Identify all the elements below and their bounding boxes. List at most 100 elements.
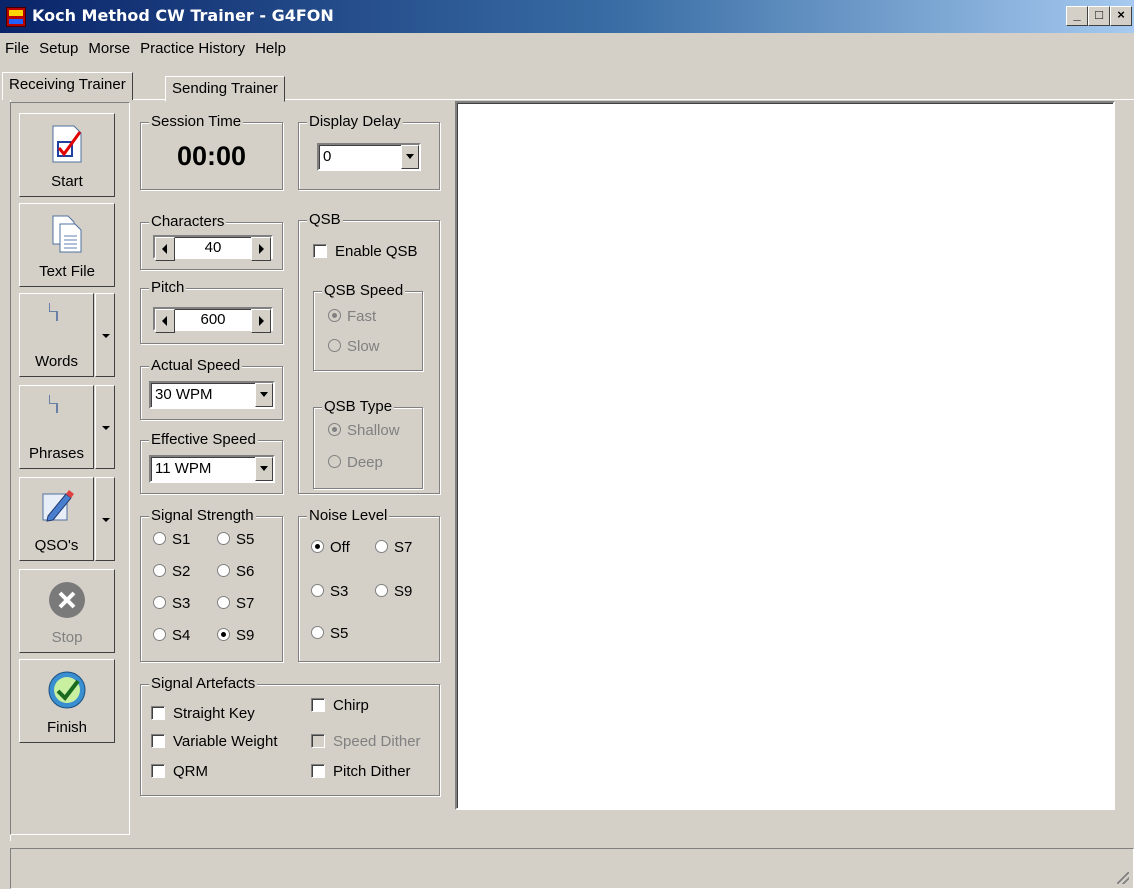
qsb-speed-slow-radio[interactable]: Slow: [328, 338, 380, 355]
pitch-dither-label: Pitch Dither: [333, 763, 411, 780]
menu-morse[interactable]: Morse: [83, 40, 135, 57]
menu-practice-history[interactable]: Practice History: [135, 40, 250, 57]
session-time-value: 00:00: [176, 141, 247, 171]
minimize-button[interactable]: _: [1066, 6, 1088, 26]
pitch-dither-checkbox[interactable]: Pitch Dither: [311, 763, 411, 780]
signal-s4-label: S4: [172, 627, 191, 644]
signal-s7-radio[interactable]: S7: [217, 595, 254, 612]
pitch-stepper[interactable]: 600: [153, 307, 273, 333]
menu-file[interactable]: File: [0, 40, 34, 57]
qsb-speed-fast-label: Fast: [347, 308, 377, 325]
menu-setup[interactable]: Setup: [34, 40, 83, 57]
checklist-icon: [50, 124, 84, 167]
actual-speed-label: Actual Speed: [149, 357, 243, 374]
decrease-arrow-icon[interactable]: [155, 237, 175, 261]
signal-s9-radio[interactable]: S9: [217, 627, 254, 644]
straight-key-checkbox[interactable]: Straight Key: [151, 705, 255, 722]
signal-s3-label: S3: [172, 595, 191, 612]
qsb-speed-fast-radio[interactable]: Fast: [328, 308, 376, 325]
qrm-label: QRM: [173, 763, 208, 780]
chevron-down-icon[interactable]: [255, 457, 273, 481]
noise-s7-radio[interactable]: S7: [375, 539, 412, 556]
increase-arrow-icon[interactable]: [251, 237, 271, 261]
qsb-type-shallow-label: Shallow: [347, 422, 400, 439]
tab-receiving-trainer[interactable]: Receiving Trainer: [2, 72, 133, 100]
pitch-value: 600: [200, 311, 226, 328]
pencil-document-icon: [40, 488, 74, 527]
variable-weight-label: Variable Weight: [173, 733, 278, 750]
signal-s2-radio[interactable]: S2: [153, 563, 190, 580]
noise-s3-label: S3: [330, 583, 349, 600]
enable-qsb-checkbox[interactable]: Enable QSB: [313, 243, 418, 260]
signal-s6-radio[interactable]: S6: [217, 563, 254, 580]
signal-s3-radio[interactable]: S3: [153, 595, 190, 612]
tab-sending-trainer[interactable]: Sending Trainer: [165, 76, 285, 102]
stop-icon: [47, 580, 87, 623]
noise-s3-radio[interactable]: S3: [311, 583, 348, 600]
chevron-down-icon[interactable]: [401, 145, 419, 169]
qsb-type-group: QSB Type Shallow Deep: [313, 398, 423, 489]
increase-arrow-icon[interactable]: [251, 309, 271, 333]
words-label: Words: [34, 353, 79, 370]
qrm-checkbox[interactable]: QRM: [151, 763, 208, 780]
signal-s4-radio[interactable]: S4: [153, 627, 190, 644]
actual-speed-select[interactable]: 30 WPM: [149, 381, 275, 409]
signal-s1-radio[interactable]: S1: [153, 531, 190, 548]
chirp-checkbox[interactable]: Chirp: [311, 697, 369, 714]
session-time-group: Session Time 00:00: [140, 113, 283, 190]
speed-dither-checkbox[interactable]: Speed Dither: [311, 733, 421, 750]
qsb-type-deep-label: Deep: [347, 454, 383, 471]
noise-s9-radio[interactable]: S9: [375, 583, 412, 600]
qsb-speed-slow-label: Slow: [347, 338, 380, 355]
display-delay-label: Display Delay: [307, 113, 403, 130]
speed-dither-label: Speed Dither: [333, 733, 421, 750]
document-icon: [55, 303, 58, 321]
noise-s7-label: S7: [394, 539, 413, 556]
signal-s5-radio[interactable]: S5: [217, 531, 254, 548]
chevron-down-icon[interactable]: [255, 383, 273, 407]
signal-artefacts-group: Signal Artefacts Straight Key Chirp Vari…: [140, 675, 440, 796]
noise-off-label: Off: [330, 539, 350, 556]
characters-group: Characters 40: [140, 213, 283, 270]
display-delay-group: Display Delay 0: [298, 113, 440, 190]
qsb-speed-group: QSB Speed Fast Slow: [313, 282, 423, 371]
noise-level-group: Noise Level Off S7 S3 S9 S5: [298, 507, 440, 662]
display-delay-select[interactable]: 0: [317, 143, 421, 171]
qsos-dropdown-arrow-icon[interactable]: [95, 477, 115, 561]
stop-button[interactable]: Stop: [19, 569, 115, 653]
qsos-label: QSO's: [34, 537, 79, 554]
text-file-button[interactable]: Text File: [19, 203, 115, 287]
resize-grip-icon[interactable]: [1117, 872, 1129, 884]
characters-stepper[interactable]: 40: [153, 235, 273, 261]
output-text-area[interactable]: [455, 101, 1115, 810]
signal-s6-label: S6: [236, 563, 255, 580]
signal-s2-label: S2: [172, 563, 191, 580]
words-button[interactable]: Words: [19, 293, 94, 377]
noise-off-radio[interactable]: Off: [311, 539, 350, 556]
status-bar: [10, 848, 1134, 889]
finish-button[interactable]: Finish: [19, 659, 115, 743]
characters-label: Characters: [149, 213, 227, 230]
menu-help[interactable]: Help: [250, 40, 291, 57]
start-button[interactable]: Start: [19, 113, 115, 197]
qsb-group: QSB Enable QSB QSB Speed Fast Slow QSB T…: [298, 211, 440, 494]
qsb-type-label: QSB Type: [322, 398, 395, 415]
noise-s5-radio[interactable]: S5: [311, 625, 348, 642]
close-button[interactable]: ×: [1110, 6, 1132, 26]
effective-speed-label: Effective Speed: [149, 431, 258, 448]
effective-speed-select[interactable]: 11 WPM: [149, 455, 275, 483]
qsos-button[interactable]: QSO's: [19, 477, 94, 561]
pitch-label: Pitch: [149, 279, 187, 296]
decrease-arrow-icon[interactable]: [155, 309, 175, 333]
phrases-button[interactable]: Phrases: [19, 385, 94, 469]
words-dropdown-arrow-icon[interactable]: [95, 293, 115, 377]
qsb-type-deep-radio[interactable]: Deep: [328, 454, 383, 471]
signal-s9-label: S9: [236, 627, 255, 644]
maximize-button[interactable]: □: [1088, 6, 1110, 26]
document-icon: [55, 395, 58, 413]
phrases-dropdown-arrow-icon[interactable]: [95, 385, 115, 469]
variable-weight-checkbox[interactable]: Variable Weight: [151, 733, 278, 750]
title-bar[interactable]: Koch Method CW Trainer - G4FON _ □ ×: [0, 0, 1134, 33]
app-window: Koch Method CW Trainer - G4FON _ □ × Fil…: [0, 0, 1134, 889]
qsb-type-shallow-radio[interactable]: Shallow: [328, 422, 400, 439]
